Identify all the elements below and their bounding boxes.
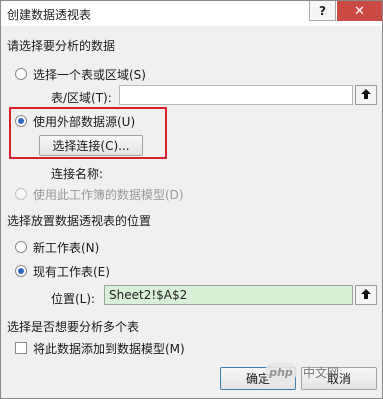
location-label: 位置(L):	[51, 292, 96, 306]
location-input[interactable]: Sheet2!$A$2	[104, 285, 353, 305]
radio-new-worksheet-label[interactable]: 新工作表(N)	[33, 239, 99, 256]
close-button[interactable]: ✕	[337, 1, 382, 21]
help-button[interactable]: ?	[309, 1, 336, 21]
choose-connection-button[interactable]: 选择连接(C)...	[39, 135, 143, 156]
radio-data-model-label[interactable]: 使用此工作簿的数据模型(D)	[33, 186, 184, 203]
analyze-section-title: 请选择要分析的数据	[7, 39, 116, 53]
radio-select-range[interactable]	[15, 68, 27, 80]
watermark-text: 中文网	[303, 365, 340, 380]
watermark-logo: php	[265, 362, 297, 382]
location-value: Sheet2!$A$2	[109, 288, 188, 302]
table-range-input[interactable]	[119, 85, 353, 105]
watermark: php 中文网	[265, 359, 375, 385]
table-range-label: 表/区域(T):	[51, 91, 112, 105]
add-to-data-model-checkbox[interactable]	[15, 342, 27, 354]
range-select-icon	[360, 288, 372, 303]
table-range-picker-button[interactable]	[355, 85, 377, 105]
radio-existing-worksheet[interactable]	[15, 265, 27, 277]
radio-external-source[interactable]	[15, 115, 27, 127]
connection-name-label: 连接名称:	[51, 167, 104, 181]
radio-existing-worksheet-label[interactable]: 现有工作表(E)	[33, 263, 110, 280]
radio-data-model[interactable]	[15, 188, 27, 200]
dialog-title: 创建数据透视表	[7, 8, 92, 22]
range-select-icon	[360, 88, 372, 103]
radio-external-source-label[interactable]: 使用外部数据源(U)	[33, 113, 135, 130]
add-to-data-model-label[interactable]: 将此数据添加到数据模型(M)	[33, 340, 185, 357]
radio-select-range-label[interactable]: 选择一个表或区域(S)	[33, 66, 146, 83]
location-section-title: 选择放置数据透视表的位置	[7, 214, 152, 228]
radio-new-worksheet[interactable]	[15, 241, 27, 253]
location-picker-button[interactable]	[355, 285, 377, 305]
title-bar: 创建数据透视表 ? ✕	[1, 1, 382, 26]
multi-section-title: 选择是否想要分析多个表	[7, 320, 140, 334]
create-pivot-table-dialog: 创建数据透视表 ? ✕ 请选择要分析的数据 选择一个表或区域(S) 表/区域(T…	[0, 0, 383, 399]
